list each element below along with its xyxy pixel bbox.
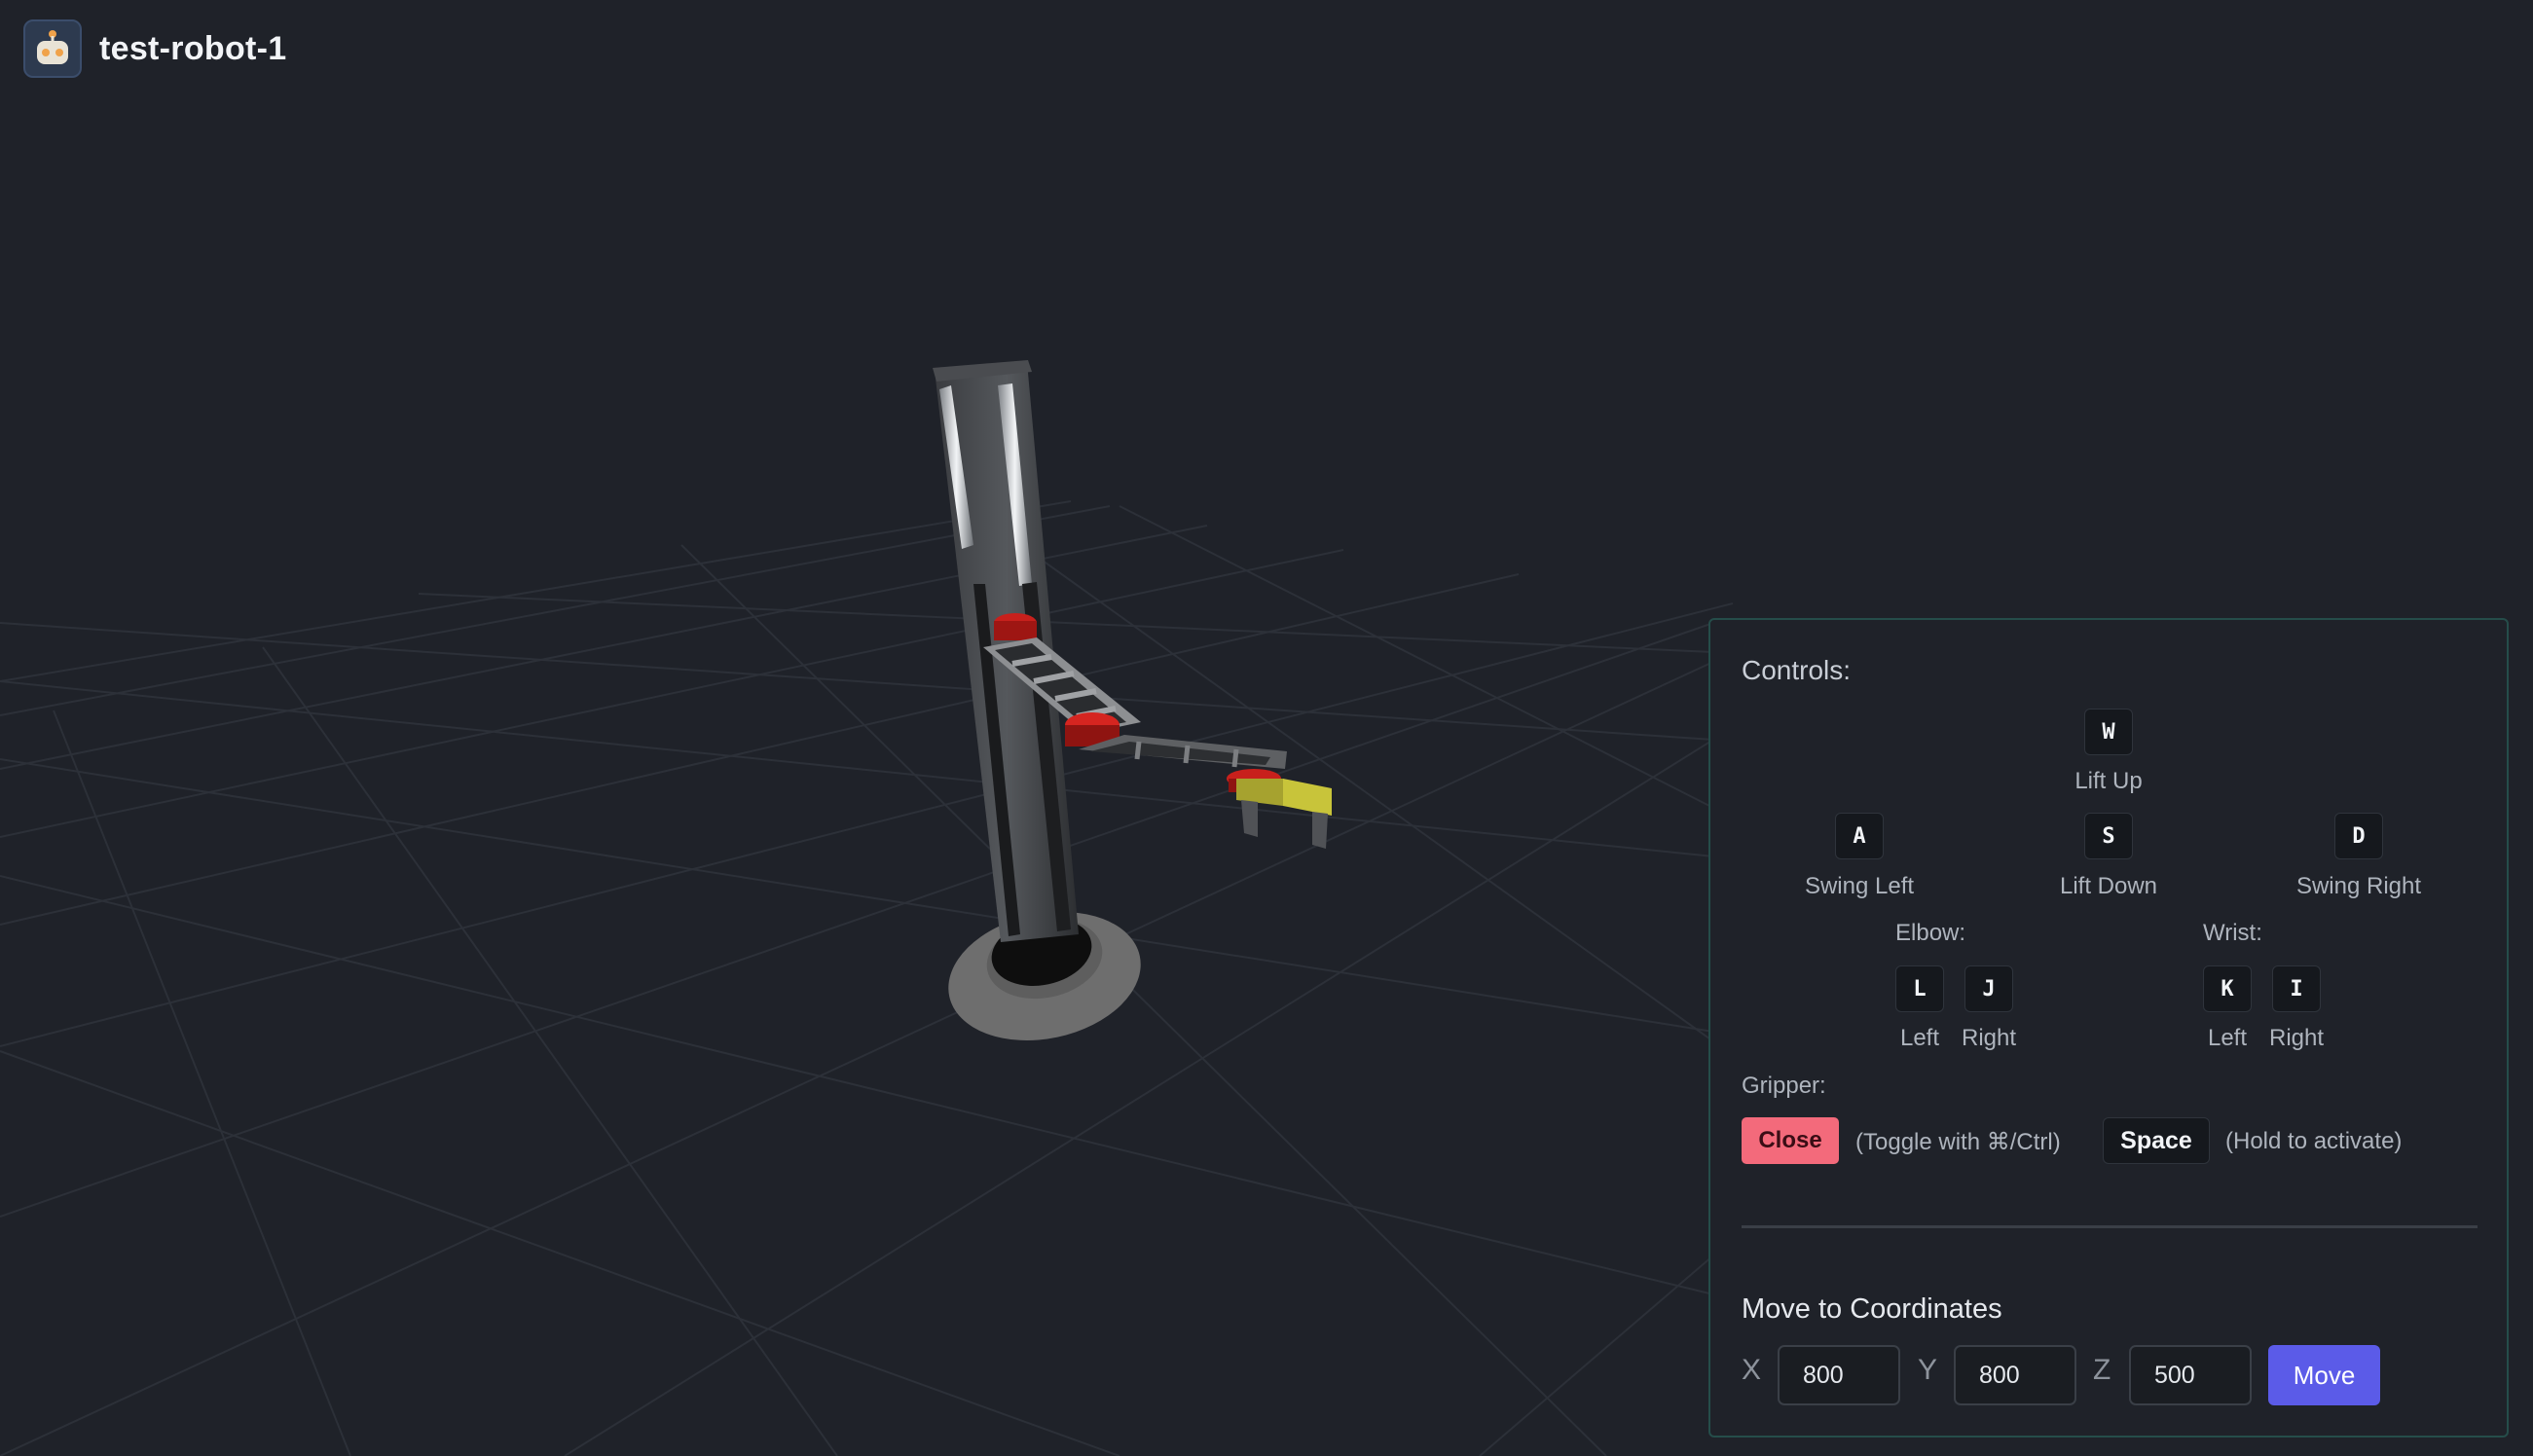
wrist-left-label: Left [2207,1025,2248,1051]
elbow-left-key[interactable]: L [1895,965,1944,1012]
wrist-left-key[interactable]: K [2203,965,2252,1012]
controls-title: Controls: [1742,655,1852,685]
app-title: test-robot-1 [99,29,287,67]
swing-right-label: Swing Right [2295,873,2422,899]
gripper-toggle-hint: (Toggle with ⌘/Ctrl) [1855,1129,2061,1155]
y-axis-label: Y [1918,1354,1938,1386]
lift-up-key[interactable]: W [2084,709,2133,755]
wrist-right-label: Right [2268,1025,2325,1051]
z-coordinate-input[interactable] [2129,1345,2252,1405]
swing-left-key[interactable]: A [1835,813,1884,859]
elbow-left-label: Left [1899,1025,1940,1051]
elbow-title: Elbow: [1895,920,1966,946]
gripper-hold-hint: (Hold to activate) [2225,1128,2403,1154]
z-axis-label: Z [2093,1354,2111,1386]
panel-divider [1742,1225,2478,1228]
move-coordinates-title: Move to Coordinates [1742,1293,2002,1325]
gripper-close-button[interactable]: Close [1742,1117,1839,1164]
x-axis-label: X [1742,1354,1762,1386]
wrist-right-key[interactable]: I [2272,965,2321,1012]
lift-up-label: Lift Up [2074,768,2143,794]
controls-panel: Controls: W Lift Up A Swing Left S Lift … [1708,618,2509,1438]
elbow-right-label: Right [1961,1025,2017,1051]
floor-grid [0,500,1734,1456]
lift-down-label: Lift Down [2059,873,2158,899]
gripper-title: Gripper: [1742,1073,1826,1099]
move-button[interactable]: Move [2268,1345,2380,1405]
wrist-title: Wrist: [2203,920,2262,946]
gripper-space-key[interactable]: Space [2103,1117,2210,1164]
x-coordinate-input[interactable] [1778,1345,1900,1405]
y-coordinate-input[interactable] [1954,1345,2076,1405]
swing-left-label: Swing Left [1804,873,1915,899]
robot-icon [23,19,82,78]
swing-right-key[interactable]: D [2334,813,2383,859]
elbow-right-key[interactable]: J [1964,965,2013,1012]
lift-down-key[interactable]: S [2084,813,2133,859]
app-header: test-robot-1 [23,19,286,78]
